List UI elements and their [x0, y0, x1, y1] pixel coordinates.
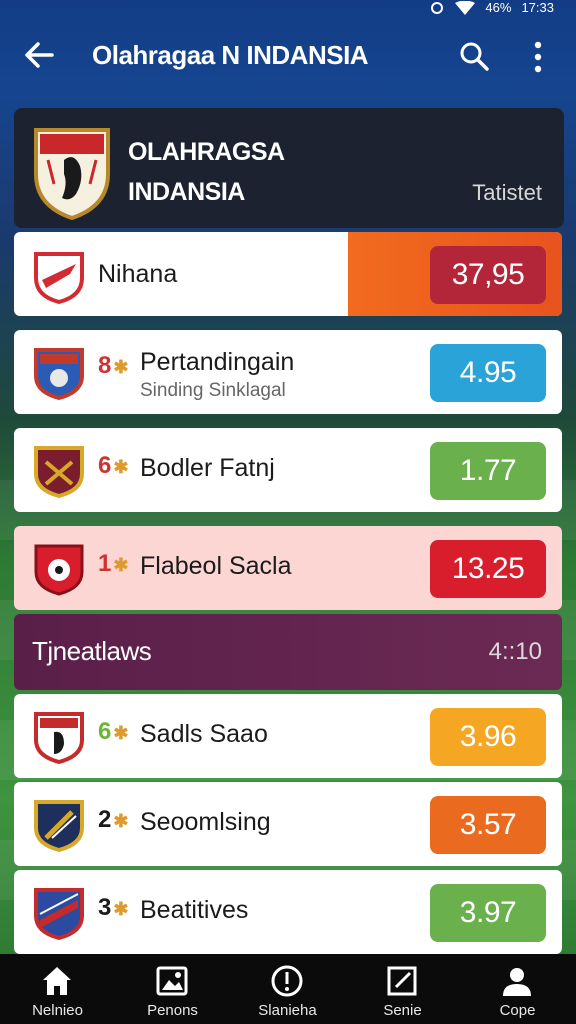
edit-icon	[387, 966, 417, 996]
team-name: Beatitives	[140, 896, 249, 924]
list-item[interactable]: 1 ✱ Flabeol Sacla 13.25	[14, 526, 562, 610]
star-icon: ✱	[113, 357, 129, 377]
star-icon: ✱	[113, 723, 129, 743]
rank-number: 1 ✱	[98, 550, 128, 578]
team-crest-blue-icon	[34, 348, 84, 400]
nav-item-profile[interactable]: Cope	[460, 954, 575, 1024]
odds-value[interactable]: 37,95	[430, 246, 546, 304]
nav-label: Senie	[383, 1002, 422, 1019]
list-item[interactable]: 6 ✱ Bodler Fatnj 1.77	[14, 428, 562, 512]
star-icon: ✱	[113, 457, 129, 477]
team-name: Pertandingain	[140, 348, 295, 376]
odds-value[interactable]: 13.25	[430, 540, 546, 598]
team-name: Sadls Saao	[140, 720, 268, 748]
rank-number: 2 ✱	[98, 806, 128, 834]
team-name: Seoomlsing	[140, 808, 271, 836]
list-item[interactable]: 8 ✱ Pertandingain Sinding Sinklagal 4.95	[14, 330, 562, 414]
rank-text: 6	[98, 718, 112, 745]
wifi-icon	[455, 0, 476, 15]
list-item[interactable]: Nihana 37,95	[14, 232, 562, 316]
odds-value[interactable]: 3.96	[430, 708, 546, 766]
rank-number: 6 ✱	[98, 452, 128, 480]
rank-number: 8 ✱	[98, 352, 128, 380]
team-crest-navy-icon	[34, 800, 84, 852]
photo-icon	[156, 966, 188, 996]
rank-text: 8	[98, 352, 112, 379]
star-icon: ✱	[113, 811, 129, 831]
league-name-line1: OLAHRAGSA	[128, 138, 285, 166]
more-vert-icon[interactable]	[528, 40, 548, 74]
team-name: Bodler Fatnj	[140, 454, 275, 482]
app-bar: Olahragaa N INDANSIA	[0, 18, 576, 96]
odds-value[interactable]: 1.77	[430, 442, 546, 500]
status-bar: 46% 17:33	[0, 0, 576, 18]
bottom-navigation: Nelnieo Penons Slanieha Senie Cope	[0, 954, 576, 1024]
nav-item-home[interactable]: Nelnieo	[0, 954, 115, 1024]
team-name: Flabeol Sacla	[140, 552, 292, 580]
section-time: 4::10	[488, 638, 542, 665]
team-shield-red-icon	[34, 252, 84, 304]
nav-item-photos[interactable]: Penons	[115, 954, 230, 1024]
home-icon	[43, 967, 71, 995]
league-name-line2: INDANSIA	[128, 178, 245, 206]
team-name: Nihana	[98, 260, 178, 288]
team-crest-ball-icon	[34, 544, 84, 596]
odds-value[interactable]: 3.57	[430, 796, 546, 854]
nav-label: Nelnieo	[32, 1002, 83, 1019]
clock-text: 17:33	[521, 0, 554, 15]
star-icon: ✱	[113, 555, 129, 575]
team-crest-white-icon	[34, 712, 84, 764]
rank-text: 6	[98, 452, 112, 479]
alarm-icon	[431, 1, 444, 14]
nav-item-alerts[interactable]: Slanieha	[230, 954, 345, 1024]
section-title: Tjneatlaws	[32, 636, 152, 666]
person-icon	[503, 968, 531, 996]
league-crest-icon	[34, 128, 110, 220]
odds-value[interactable]: 3.97	[430, 884, 546, 942]
section-header[interactable]: Tjneatlaws 4::10	[14, 614, 562, 690]
team-crest-maroon-icon	[34, 446, 84, 498]
stats-tab-label[interactable]: Tatistet	[472, 180, 542, 206]
back-arrow-icon[interactable]	[22, 38, 56, 72]
search-icon[interactable]	[458, 40, 490, 72]
league-header-card: OLAHRAGSA INDANSIA Tatistet	[14, 108, 564, 228]
nav-item-edit[interactable]: Senie	[345, 954, 460, 1024]
star-icon: ✱	[113, 899, 129, 919]
team-subtitle: Sinding Sinklagal	[140, 380, 286, 401]
nav-label: Slanieha	[258, 1002, 317, 1019]
page-title: Olahragaa N INDANSIA	[92, 40, 369, 70]
list-item[interactable]: 6 ✱ Sadls Saao 3.96	[14, 694, 562, 778]
alert-icon	[271, 965, 303, 997]
signal-text: 46%	[485, 0, 512, 15]
rank-number: 3 ✱	[98, 894, 128, 922]
list-item[interactable]: 2 ✱ Seoomlsing 3.57	[14, 782, 562, 866]
odds-value[interactable]: 4.95	[430, 344, 546, 402]
nav-label: Penons	[147, 1002, 198, 1019]
rank-number: 6 ✱	[98, 718, 128, 746]
list-item[interactable]: 3 ✱ Beatitives 3.97	[14, 870, 562, 954]
rank-text: 2	[98, 806, 112, 833]
nav-label: Cope	[499, 1002, 536, 1019]
rank-text: 3	[98, 894, 112, 921]
rank-text: 1	[98, 550, 112, 577]
team-crest-redblue-icon	[34, 888, 84, 940]
